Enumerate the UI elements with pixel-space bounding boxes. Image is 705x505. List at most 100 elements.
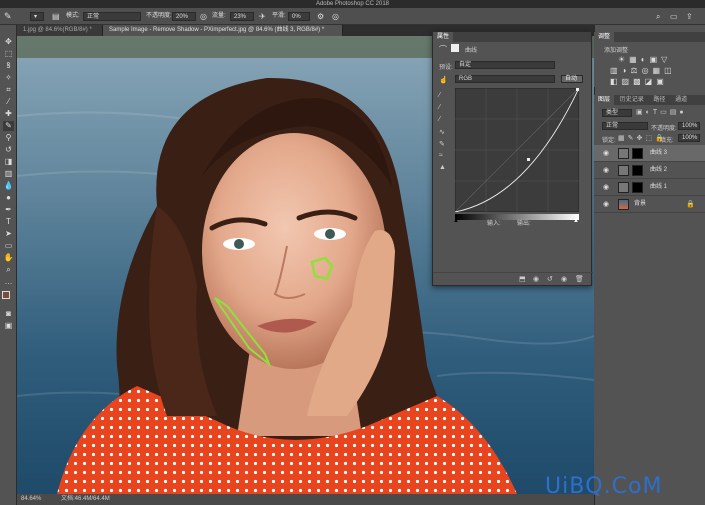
adjustments-tab-bar: 调整 [594, 32, 705, 42]
tab-adjustments[interactable]: 调整 [594, 32, 615, 42]
shape-tool-icon[interactable]: ▭ [3, 241, 14, 251]
eraser-tool-icon[interactable]: ◨ [3, 157, 14, 167]
more-tools-icon[interactable]: … [3, 277, 14, 287]
move-tool-icon[interactable]: ✥ [3, 37, 14, 47]
adjustment-icons-row[interactable]: ◧▨▩◪▣ [610, 77, 668, 86]
tools-panel: ✥ ⬚ ꝸ ✧ ⌗ ⁄ ✚ ✎ ⚲ ↺ ◨ ▥ 💧 ● ✒ T ➤ ▭ ✋ ⌕ … [0, 25, 17, 505]
search-icon[interactable]: ⌕ [656, 12, 660, 21]
airbrush-icon[interactable]: ✈ [259, 12, 266, 21]
tab-channels[interactable]: 通道 [671, 95, 691, 105]
screen-mode-icon[interactable]: ▣ [3, 321, 14, 331]
mask-thumbnail[interactable] [632, 148, 643, 159]
zoom-level[interactable]: 84.64% [21, 494, 41, 505]
smooth-curve-icon[interactable]: ≈ [439, 152, 443, 159]
hand-adjust-icon[interactable]: ☝ [439, 76, 448, 84]
mask-thumbnail[interactable] [632, 182, 643, 193]
view-previous-icon[interactable]: ◉ [533, 275, 539, 283]
white-slider-handle[interactable]: ▲ [573, 218, 579, 224]
gear-icon[interactable]: ⚙ [317, 12, 324, 21]
clone-stamp-tool-icon[interactable]: ⚲ [3, 133, 14, 143]
black-point-eyedropper-icon[interactable]: ⁄ [439, 92, 440, 99]
white-point-eyedropper-icon[interactable]: ⁄ [439, 116, 440, 123]
path-selection-tool-icon[interactable]: ➤ [3, 229, 14, 239]
eye-icon[interactable]: ◉ [603, 179, 609, 196]
curve-edit-icon[interactable]: ∿ [439, 128, 445, 136]
brush-size-picker[interactable]: ▾ [30, 12, 44, 21]
pen-tool-icon[interactable]: ✒ [3, 205, 14, 215]
eye-icon[interactable]: ◉ [603, 145, 609, 162]
tab-history[interactable]: 历史记录 [616, 95, 648, 105]
layer-opacity-input[interactable]: 100% [678, 122, 700, 130]
layer-filter-select[interactable]: 类型 [602, 109, 632, 117]
eye-icon[interactable]: ◉ [603, 162, 609, 179]
document-size: 文档:46.4M/64.4M [61, 496, 110, 502]
opacity-input[interactable]: 20% [172, 12, 196, 21]
layer-row[interactable]: ◉ 背景 🔒 [594, 196, 705, 213]
clipping-warning-icon[interactable]: ▲ [439, 164, 446, 171]
status-bar: 84.64% 文档:46.4M/64.4M [17, 494, 594, 505]
brush-tool-icon[interactable]: ✎ [3, 121, 14, 131]
tab-layers[interactable]: 图层 [594, 95, 615, 105]
foreground-color-swatch[interactable] [2, 291, 10, 299]
tab-properties[interactable]: 属性 [433, 32, 454, 42]
marquee-tool-icon[interactable]: ⬚ [3, 49, 14, 59]
type-tool-icon[interactable]: T [3, 217, 14, 227]
adjustment-thumbnail [618, 148, 629, 159]
history-brush-tool-icon[interactable]: ↺ [3, 145, 14, 155]
auto-button[interactable]: 自动 [561, 75, 583, 83]
workspace-icon[interactable]: ▭ [670, 12, 678, 21]
fill-input[interactable]: 100% [678, 134, 700, 142]
reset-icon[interactable]: ↺ [547, 275, 553, 283]
clip-to-layer-icon[interactable]: ⬒ [519, 275, 526, 283]
layer-row[interactable]: ◉ 曲线 2 [594, 162, 705, 179]
dodge-tool-icon[interactable]: ● [3, 193, 14, 203]
share-icon[interactable]: ⇪ [686, 12, 693, 21]
channel-select[interactable]: RGB [455, 75, 555, 83]
brush-panel-icon[interactable]: ▤ [52, 12, 60, 21]
eye-icon[interactable]: ◉ [603, 196, 609, 213]
smooth-input[interactable]: 0% [288, 12, 310, 21]
tab-paths[interactable]: 路径 [649, 95, 669, 105]
blur-tool-icon[interactable]: 💧 [3, 181, 14, 191]
adjustment-icons-row[interactable]: ☀▦◐▣▽ [618, 55, 671, 64]
blend-mode-select[interactable]: 正常 [602, 122, 648, 130]
mask-thumbnail[interactable] [632, 165, 643, 176]
curve-point[interactable] [576, 88, 579, 91]
crop-tool-icon[interactable]: ⌗ [3, 85, 14, 95]
magic-wand-tool-icon[interactable]: ✧ [3, 73, 14, 83]
healing-brush-tool-icon[interactable]: ✚ [3, 109, 14, 119]
curves-graph[interactable] [455, 88, 579, 212]
layer-filter-icons[interactable]: ▣◐T▭▤● [636, 108, 687, 116]
mask-icon[interactable] [451, 44, 459, 52]
layer-name: 背景 [634, 201, 647, 207]
document-tab-active[interactable]: Sample Image - Remove Shadow - PXimperfe… [103, 25, 343, 36]
black-slider-handle[interactable]: ▲ [453, 218, 459, 224]
pressure-size-icon[interactable]: ◎ [332, 12, 339, 21]
flow-label: 流量: [212, 13, 226, 19]
layer-name: 曲线 3 [650, 150, 668, 156]
quick-mask-icon[interactable]: ◙ [3, 309, 14, 319]
gray-point-eyedropper-icon[interactable]: ⁄ [439, 104, 440, 111]
adjustment-icons-row[interactable]: ▥◑⚖◎▦◫ [610, 66, 676, 75]
pencil-draw-icon[interactable]: ✎ [439, 140, 445, 148]
document-tab[interactable]: 1.jpg @ 84.6%(RGB/8#) * [17, 25, 103, 36]
pressure-opacity-icon[interactable]: ◎ [200, 12, 207, 21]
layer-thumbnail [618, 199, 629, 210]
preset-select[interactable]: 自定 [455, 61, 555, 69]
flow-input[interactable]: 23% [230, 12, 254, 21]
visibility-icon[interactable]: ◉ [561, 275, 567, 283]
mode-select[interactable]: 正常 [83, 12, 141, 21]
curve-point[interactable] [527, 158, 530, 161]
hand-tool-icon[interactable]: ✋ [3, 253, 14, 263]
trash-icon[interactable]: 🗑 [575, 275, 584, 283]
input-label: 输入: [487, 221, 501, 227]
brush-tool-icon[interactable]: ✎ [4, 12, 12, 21]
layer-row[interactable]: ◉ 曲线 3 [594, 145, 705, 162]
lasso-tool-icon[interactable]: ꝸ [3, 61, 14, 71]
eyedropper-tool-icon[interactable]: ⁄ [3, 97, 14, 107]
gradient-tool-icon[interactable]: ▥ [3, 169, 14, 179]
layer-row[interactable]: ◉ 曲线 1 [594, 179, 705, 196]
layers-tab-bar: 图层 历史记录 路径 通道 [594, 95, 705, 105]
zoom-tool-icon[interactable]: ⌕ [3, 265, 14, 275]
options-bar: ✎ ▾ ▤ 模式: 正常 不透明度: 20% ◎ 流量: 23% ✈ 平滑: 0… [0, 8, 705, 25]
